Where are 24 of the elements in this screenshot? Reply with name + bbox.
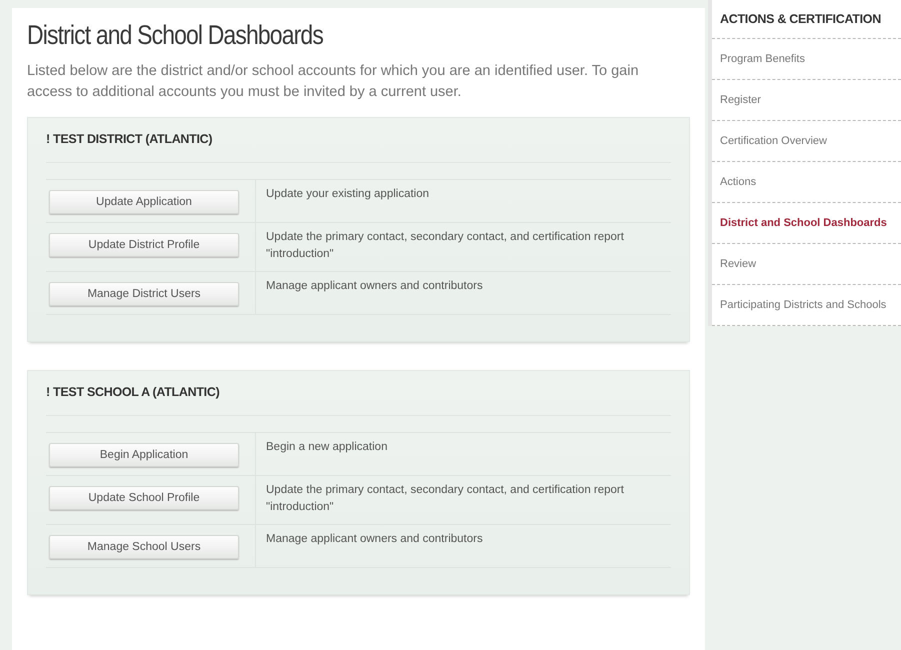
account-name: ! TEST DISTRICT (ATLANTIC) — [46, 132, 671, 163]
sidebar-link[interactable]: Participating Districts and Schools — [712, 285, 901, 326]
sidebar-link[interactable]: Certification Overview — [712, 121, 901, 162]
action-button[interactable]: Manage District Users — [49, 282, 239, 306]
sidebar-link[interactable]: Program Benefits — [712, 39, 901, 80]
sidebar-link[interactable]: Actions — [712, 162, 901, 203]
account-name: ! TEST SCHOOL A (ATLANTIC) — [46, 385, 671, 416]
action-description: Manage applicant owners and contributors — [265, 532, 484, 547]
intro-paragraph: Listed below are the district and/or school accounts for which you are an identified user. To gain access to additional accounts you must be invited by a current user. — [27, 62, 640, 102]
sidebar-link[interactable]: Review — [712, 244, 901, 285]
action-button[interactable]: Update District Profile — [49, 233, 239, 257]
page-title: District and School Dashboards — [27, 20, 323, 51]
sidebar-link[interactable]: Register — [712, 80, 901, 121]
action-button[interactable]: Update School Profile — [49, 486, 239, 510]
sidebar-link[interactable]: District and School Dashboards — [712, 203, 901, 244]
action-description: Begin a new application — [265, 440, 388, 455]
action-button[interactable]: Update Application — [49, 190, 239, 214]
action-button[interactable]: Manage School Users — [49, 535, 239, 559]
action-button[interactable]: Begin Application — [49, 443, 239, 467]
action-description: Update your existing application — [265, 187, 430, 202]
action-description: Update the primary contact, secondary contact, and certification report "introduction" — [265, 230, 625, 262]
action-description: Update the primary contact, secondary contact, and certification report "introduction" — [265, 483, 625, 515]
action-description: Manage applicant owners and contributors — [265, 279, 484, 294]
sidebar-title: ACTIONS & CERTIFICATION — [712, 0, 901, 39]
